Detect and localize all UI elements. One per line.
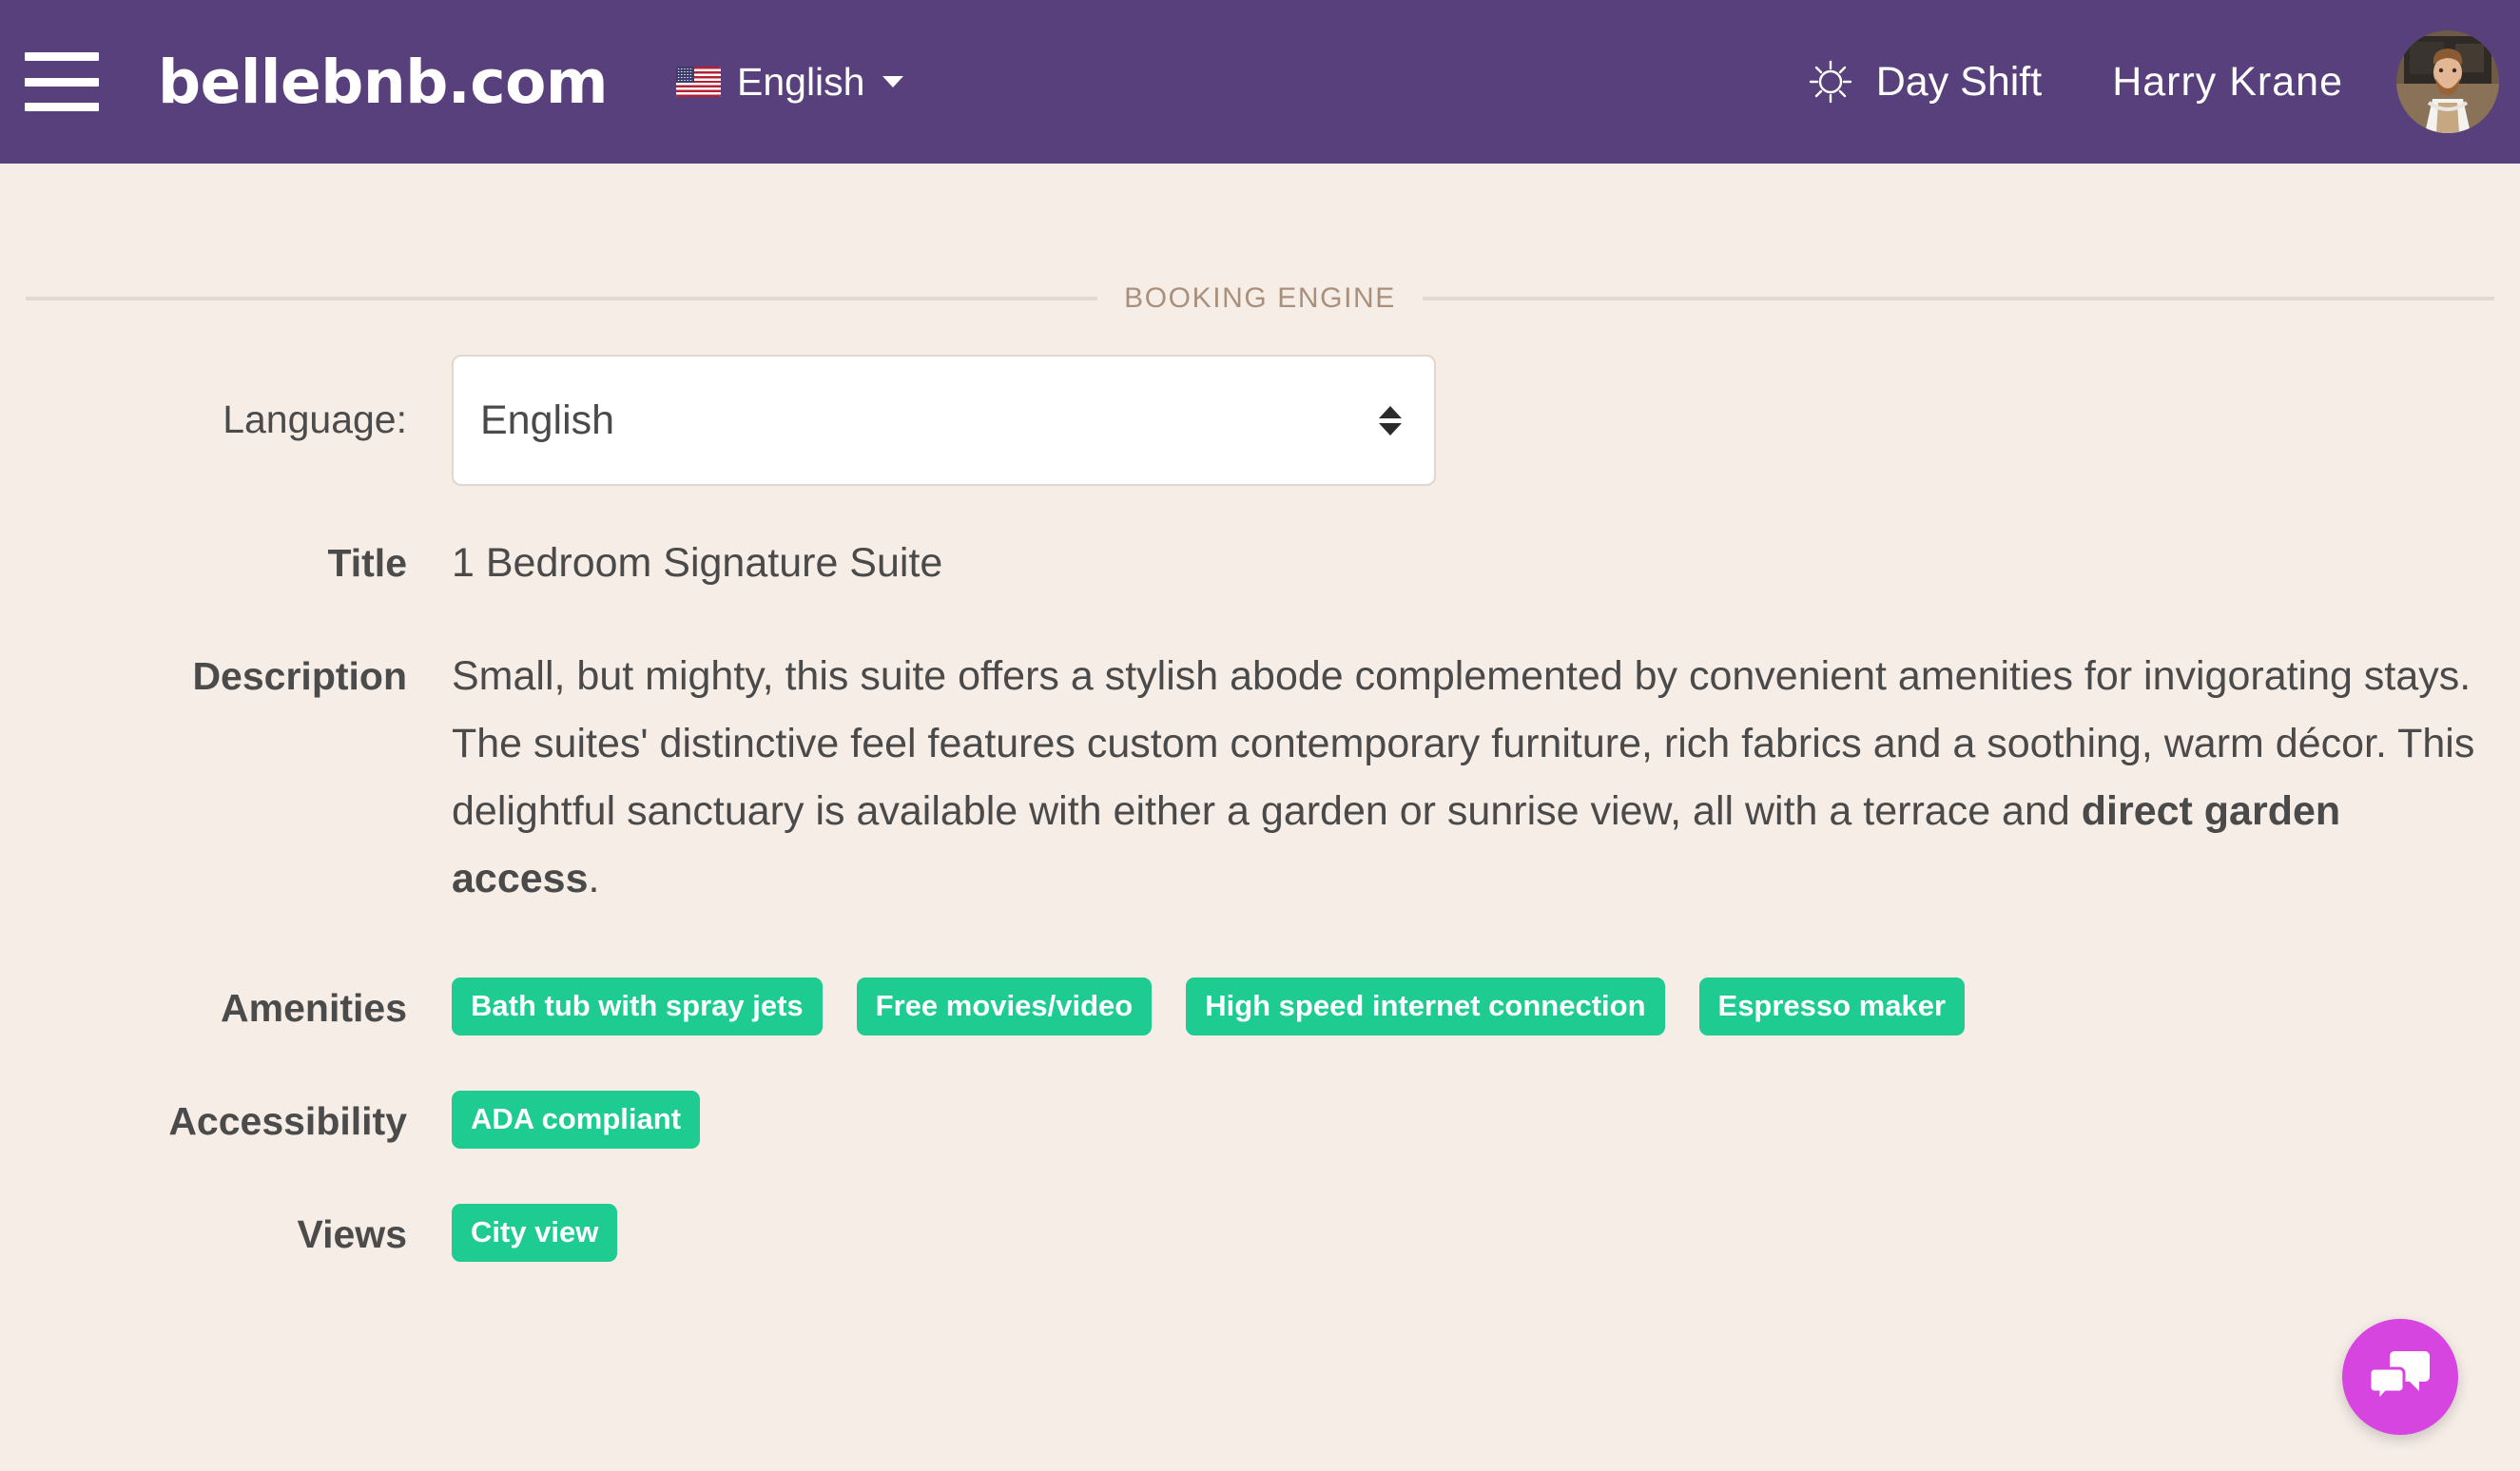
brand-logo[interactable]: bellebnb.com [158,52,609,112]
amenity-badge[interactable]: Bath tub with spray jets [452,977,823,1036]
description-value: Small, but mighty, this suite offers a s… [452,643,2482,913]
title-value: 1 Bedroom Signature Suite [452,540,943,586]
section-title: BOOKING ENGINE [1124,282,1396,314]
amenity-badge[interactable]: Espresso maker [1698,977,1966,1036]
description-text-after: . [588,855,600,901]
views-row: Views City view [0,1198,2520,1270]
divider-line-left [26,297,1098,300]
accessibility-value-wrap: ADA compliant [452,1085,2520,1149]
avatar-image [2396,30,2499,133]
amenity-badge[interactable]: Free movies/video [856,977,1153,1036]
chat-support-button[interactable] [2342,1319,2458,1435]
accessibility-badge-list: ADA compliant [452,1085,2520,1149]
language-select-box[interactable]: English [452,355,1436,486]
accessibility-row: Accessibility ADA compliant [0,1085,2520,1157]
navbar-right-group: Day Shift Harry Krane [1808,30,2520,133]
chat-bubbles-icon [2370,1351,2430,1404]
user-name[interactable]: Harry Krane [2112,59,2343,106]
views-value-wrap: City view [452,1198,2520,1262]
hamburger-bar [25,52,99,61]
description-row: Description Small, but mighty, this suit… [0,643,2520,913]
description-value-wrap: Small, but mighty, this suite offers a s… [452,643,2520,913]
amenities-row: Amenities Bath tub with spray jets Free … [0,972,2520,1044]
top-navbar: bellebnb.com English Day Shift Harry Kra… [0,0,2520,164]
divider-line-right [1422,297,2494,300]
accessibility-label: Accessibility [168,1098,407,1143]
language-value: English [452,355,2520,486]
accessibility-badge[interactable]: ADA compliant [452,1090,701,1149]
title-label: Title [327,541,407,585]
title-value-wrap: 1 Bedroom Signature Suite [452,539,2520,589]
title-row: Title 1 Bedroom Signature Suite [0,539,2520,589]
language-select[interactable]: English [452,355,1436,486]
hamburger-bar [25,77,99,87]
booking-engine-form: Language: English Title 1 Bedroom Signat… [0,355,2520,1270]
sun-icon [1809,60,1851,104]
language-switcher-label: English [737,59,865,104]
amenities-value-wrap: Bath tub with spray jets Free movies/vid… [452,972,2520,1036]
language-select-value: English [480,397,615,443]
description-label: Description [192,653,407,698]
day-shift-button[interactable]: Day Shift [1808,59,2042,106]
views-badge-list: City view [452,1198,2520,1262]
language-label: Language: [223,397,407,442]
section-divider: BOOKING ENGINE [26,282,2494,315]
us-flag-icon [676,67,721,97]
avatar[interactable] [2396,30,2499,133]
day-shift-label: Day Shift [1875,58,2043,105]
amenities-badge-list: Bath tub with spray jets Free movies/vid… [452,972,2520,1036]
view-badge[interactable]: City view [452,1203,618,1262]
language-switcher[interactable]: English [676,59,904,105]
amenity-badge[interactable]: High speed internet connection [1186,977,1665,1036]
caret-down-icon [882,76,904,87]
hamburger-bar [25,103,99,111]
language-row: Language: English [0,355,2520,486]
views-label: Views [297,1211,408,1256]
hamburger-menu-icon[interactable] [25,52,99,111]
amenities-label: Amenities [221,985,407,1030]
